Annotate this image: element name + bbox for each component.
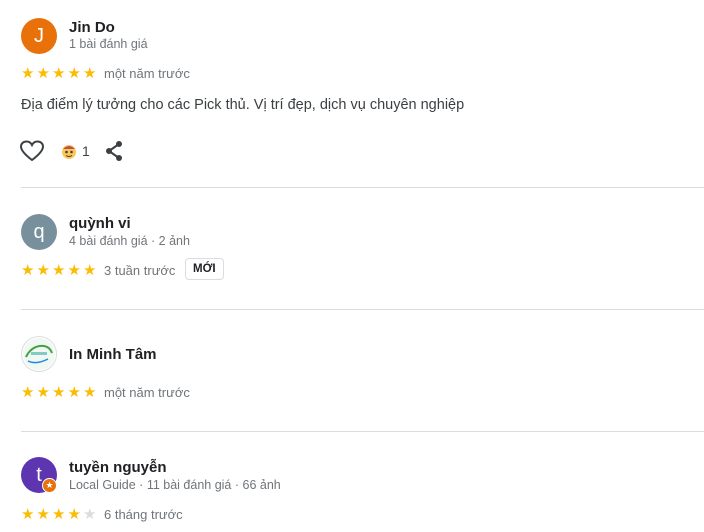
reviewer-meta: 4 bài đánh giá · 2 ảnh bbox=[69, 234, 190, 248]
star-icon: ★ bbox=[36, 384, 50, 401]
star-rating: ★ ★ ★ ★ ★ bbox=[21, 385, 98, 400]
star-icon: ★ bbox=[83, 262, 97, 279]
reaction-button[interactable]: 1 bbox=[60, 142, 90, 160]
divider bbox=[21, 309, 704, 310]
reviewer-name[interactable]: Jin Do bbox=[69, 19, 115, 36]
heart-icon bbox=[20, 140, 44, 162]
star-icon: ★ bbox=[21, 384, 35, 401]
star-icon: ★ bbox=[21, 65, 35, 82]
reviewer-name[interactable]: tuyền nguyễn bbox=[69, 459, 167, 476]
local-guide-badge-icon: ★ bbox=[42, 478, 57, 493]
avatar[interactable]: J bbox=[21, 18, 57, 54]
star-rating: ★ ★ ★ ★ ★ bbox=[21, 507, 98, 522]
avatar[interactable]: q bbox=[21, 214, 57, 250]
star-icon: ★ bbox=[52, 262, 66, 279]
star-icon: ★ bbox=[21, 262, 35, 279]
review-time: 3 tuần trước bbox=[104, 263, 176, 278]
like-button[interactable] bbox=[20, 140, 44, 162]
star-icon: ★ bbox=[21, 506, 35, 523]
star-rating: ★ ★ ★ ★ ★ bbox=[21, 263, 98, 278]
divider bbox=[21, 431, 704, 432]
star-icon: ★ bbox=[52, 384, 66, 401]
reviewer-meta: 1 bài đánh giá bbox=[69, 37, 148, 51]
star-icon: ★ bbox=[67, 65, 81, 82]
star-rating: ★ ★ ★ ★ ★ bbox=[21, 66, 98, 81]
review-time: một năm trước bbox=[104, 385, 190, 400]
profile-photo-icon bbox=[23, 338, 55, 370]
avatar[interactable] bbox=[21, 336, 57, 372]
emoji-reaction-icon bbox=[62, 145, 76, 159]
star-icon: ★ bbox=[36, 65, 50, 82]
review-time: 6 tháng trước bbox=[104, 507, 183, 522]
star-icon: ★ bbox=[36, 506, 50, 523]
review-time: một năm trước bbox=[104, 66, 190, 81]
reaction-count: 1 bbox=[82, 143, 90, 159]
star-icon: ★ bbox=[67, 506, 81, 523]
star-icon: ★ bbox=[67, 384, 81, 401]
reviewer-name[interactable]: In Minh Tâm bbox=[69, 346, 157, 363]
star-icon: ★ bbox=[83, 384, 97, 401]
star-icon: ★ bbox=[52, 65, 66, 82]
reviewer-name[interactable]: quỳnh vi bbox=[69, 215, 131, 232]
star-icon: ★ bbox=[83, 65, 97, 82]
star-icon: ★ bbox=[36, 262, 50, 279]
star-icon: ★ bbox=[67, 262, 81, 279]
share-icon bbox=[105, 141, 122, 161]
new-badge: MỚI bbox=[185, 258, 224, 280]
star-icon: ★ bbox=[52, 506, 66, 523]
review-actions: 1 bbox=[20, 140, 124, 162]
reviewer-meta: Local Guide · 11 bài đánh giá · 66 ảnh bbox=[69, 478, 281, 492]
star-empty-icon: ★ bbox=[83, 506, 97, 523]
share-button[interactable] bbox=[104, 140, 124, 162]
divider bbox=[21, 187, 704, 188]
review-text: Địa điểm lý tưởng cho các Pick thủ. Vị t… bbox=[21, 97, 465, 113]
